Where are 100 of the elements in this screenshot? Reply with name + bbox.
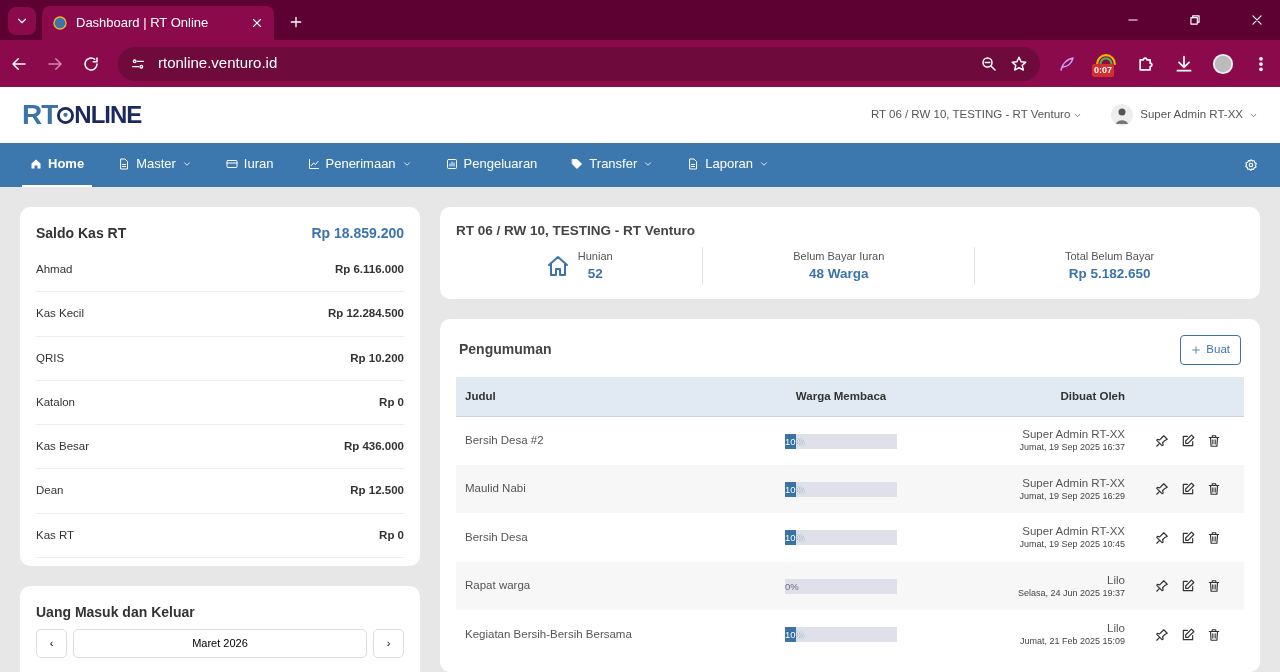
nav-tab[interactable]: Laporan bbox=[679, 143, 777, 187]
location-dropdown[interactable]: RT 06 / RW 10, TESTING - RT Venturo bbox=[870, 106, 1083, 124]
table-cell: Maulid Nabi bbox=[456, 464, 741, 514]
tag-icon bbox=[571, 158, 584, 170]
account-balance: Rp 436.000 bbox=[343, 439, 404, 454]
author-name: Super Admin RT-XX bbox=[1021, 476, 1125, 491]
close-icon[interactable] bbox=[1250, 13, 1264, 27]
profile-avatar-icon[interactable] bbox=[1212, 52, 1234, 75]
trash-icon bbox=[1207, 530, 1221, 545]
table-cell: Rapat warga bbox=[456, 561, 741, 611]
stat-value: Rp 5.182.650 bbox=[1067, 265, 1152, 284]
pin-icon bbox=[1155, 434, 1169, 449]
zoom-icon[interactable] bbox=[980, 54, 998, 73]
nav-tab[interactable]: Master bbox=[110, 143, 200, 187]
trash-icon bbox=[1207, 434, 1221, 449]
edit-icon bbox=[1181, 434, 1195, 449]
previous-month-button[interactable]: ‹ bbox=[36, 628, 67, 658]
account-balance: Rp 12.500 bbox=[350, 483, 404, 499]
column-header: Judul bbox=[456, 376, 741, 417]
download-icon[interactable] bbox=[1174, 53, 1194, 74]
table-cell: Bersih Desa #2 bbox=[456, 416, 741, 465]
close-icon[interactable] bbox=[250, 16, 264, 30]
rainbow-icon bbox=[1096, 53, 1116, 65]
account-balance: Rp 6.116.000 bbox=[334, 262, 404, 277]
user-menu[interactable]: Super Admin RT-XX bbox=[1110, 103, 1258, 127]
tab-title: Dashboard | RT Online bbox=[76, 14, 210, 33]
author-name: Super Admin RT-XX bbox=[1021, 525, 1125, 539]
created-date: Selasa, 24 Jun 2025 19:37 bbox=[1016, 587, 1125, 599]
bar-chart-icon bbox=[445, 158, 458, 170]
create-button[interactable]: Buat bbox=[1180, 335, 1241, 365]
house-icon bbox=[545, 254, 570, 279]
edit-icon bbox=[1181, 627, 1195, 642]
new-tab-icon[interactable] bbox=[288, 14, 304, 30]
column-header: Dibuat Oleh bbox=[941, 376, 1134, 417]
author-name: Super Admin RT-XX bbox=[1021, 428, 1125, 443]
pin-icon bbox=[1155, 627, 1169, 642]
account-balance: Rp 10.200 bbox=[350, 350, 404, 366]
stat-value: 52 bbox=[586, 265, 604, 284]
star-icon[interactable] bbox=[1010, 54, 1028, 73]
plus-icon bbox=[1191, 345, 1202, 356]
author-name: Lilo bbox=[1106, 573, 1125, 588]
document-icon bbox=[687, 158, 700, 170]
nav-tab[interactable]: Transfer bbox=[563, 143, 662, 187]
pin-icon bbox=[1155, 530, 1169, 545]
people-circle-icon bbox=[57, 106, 75, 124]
line-chart-icon bbox=[307, 158, 320, 170]
account-balance: Rp 0 bbox=[379, 394, 404, 410]
progress-label: 0% bbox=[785, 579, 799, 594]
account-name: Kas Besar bbox=[36, 439, 90, 454]
pin-button[interactable] bbox=[1155, 432, 1169, 450]
extension-button[interactable]: 0:07 bbox=[1094, 51, 1118, 76]
card-title: Saldo Kas RT bbox=[36, 224, 127, 243]
table-cell: Kegiatan Bersih-Bersih Bersama bbox=[456, 610, 741, 659]
account-balance: Rp 12.284.500 bbox=[327, 306, 404, 322]
created-date: Jumat, 19 Sep 2025 16:37 bbox=[1018, 442, 1125, 454]
card-title: RT 06 / RW 10, TESTING - RT Venturo bbox=[456, 222, 697, 240]
account-name: Ahmad bbox=[36, 262, 73, 277]
stat-value: 48 Warga bbox=[808, 265, 870, 284]
avatar-icon bbox=[1110, 103, 1135, 127]
created-date: Jumat, 19 Sep 2025 10:45 bbox=[1018, 539, 1125, 550]
delete-button[interactable] bbox=[1207, 480, 1221, 498]
column-header: Warga Membaca bbox=[740, 376, 942, 417]
address-bar[interactable]: rtonline.venturo.id bbox=[118, 46, 1040, 81]
pin-icon bbox=[1155, 579, 1169, 594]
edit-icon bbox=[1181, 530, 1195, 545]
stat-label: Hunian bbox=[577, 248, 613, 264]
settings-icon[interactable] bbox=[1244, 158, 1258, 172]
trash-icon bbox=[1207, 482, 1221, 497]
browser-tab[interactable]: Dashboard | RT Online bbox=[42, 6, 274, 40]
pin-button[interactable] bbox=[1155, 577, 1169, 595]
account-name: Kas RT bbox=[36, 527, 75, 543]
timer-badge: 0:07 bbox=[1092, 63, 1114, 77]
favicon-icon bbox=[52, 15, 68, 31]
feather-icon[interactable] bbox=[1058, 54, 1076, 73]
home-icon bbox=[30, 158, 42, 170]
card-title: Uang Masuk dan Keluar bbox=[36, 602, 196, 622]
reload-icon[interactable] bbox=[82, 54, 100, 73]
delete-button[interactable] bbox=[1207, 432, 1221, 450]
pin-icon bbox=[1155, 482, 1169, 497]
card-title: Pengumuman bbox=[459, 340, 552, 360]
total-balance: Rp 18.859.200 bbox=[311, 224, 404, 243]
stat-label: Total Belum Bayar bbox=[1064, 248, 1155, 264]
document-icon bbox=[118, 158, 131, 170]
url-text: rtonline.venturo.id bbox=[158, 53, 279, 74]
logo-text: NLINE bbox=[74, 103, 142, 127]
delete-button[interactable] bbox=[1207, 577, 1221, 595]
created-date: Jumat, 21 Feb 2025 15:09 bbox=[1018, 636, 1125, 647]
account-name: Dean bbox=[36, 483, 64, 499]
account-balance: Rp 0 bbox=[379, 527, 404, 543]
nav-tab[interactable]: Penerimaan bbox=[299, 143, 420, 187]
restore-icon[interactable] bbox=[1188, 13, 1202, 27]
nav-tab[interactable]: Home bbox=[22, 143, 93, 187]
next-month-button[interactable]: › bbox=[373, 628, 404, 658]
nav-tab[interactable]: Iuran bbox=[217, 143, 282, 187]
nav-tab[interactable]: Pengeluaran bbox=[437, 143, 546, 187]
trash-icon bbox=[1207, 627, 1221, 642]
edit-icon bbox=[1181, 482, 1195, 497]
month-selector[interactable]: Maret 2026 bbox=[73, 628, 367, 658]
pin-button[interactable] bbox=[1155, 480, 1169, 498]
account-name: Katalon bbox=[36, 394, 75, 410]
